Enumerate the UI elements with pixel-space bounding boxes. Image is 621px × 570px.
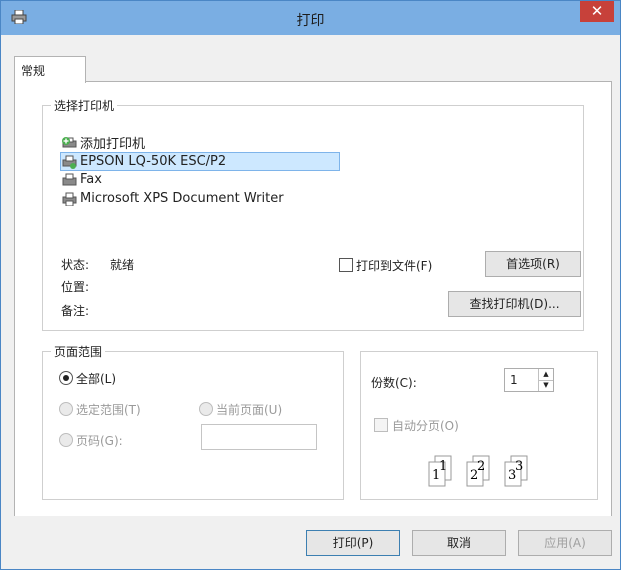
printer-item-fax[interactable]: Fax <box>61 171 102 188</box>
print-button[interactable]: 打印(P) <box>306 530 400 556</box>
select-printer-group: 选择打印机 添加打印机 EPSON LQ-50K ESC/P2 Fax Micr… <box>42 97 584 331</box>
collate-label[interactable]: 自动分页(O) <box>392 417 459 434</box>
printer-item-xps[interactable]: Microsoft XPS Document Writer <box>61 190 284 207</box>
pages-label[interactable]: 页码(G): <box>76 432 123 449</box>
copies-label: 份数(C): <box>371 376 417 390</box>
cancel-button[interactable]: 取消 <box>412 530 506 556</box>
status-label: 状态: <box>61 258 90 272</box>
printer-item-label: Microsoft XPS Document Writer <box>80 191 284 206</box>
add-printer-icon <box>62 136 77 147</box>
printer-icon <box>62 155 77 169</box>
print-to-file-checkbox[interactable] <box>339 258 353 272</box>
current-page-radio[interactable] <box>199 402 213 416</box>
print-to-file-label[interactable]: 打印到文件(F) <box>356 257 432 274</box>
collate-checkbox[interactable] <box>374 418 388 432</box>
printer-item-add[interactable]: 添加打印机 <box>61 134 146 152</box>
collate-icon: 1 1 2 2 3 3 <box>428 455 528 487</box>
selection-label[interactable]: 选定范围(T) <box>76 401 141 418</box>
pages-radio[interactable] <box>59 433 73 447</box>
preferences-button[interactable]: 首选项(R) <box>485 251 581 277</box>
location-label: 位置: <box>61 280 90 294</box>
comment-label: 备注: <box>61 304 90 318</box>
collate-page-number: 3 <box>508 468 516 483</box>
window-title: 打印 <box>296 13 325 29</box>
printer-item-label: 添加打印机 <box>80 137 146 152</box>
select-printer-legend: 选择打印机 <box>51 97 118 114</box>
page-range-group: 页面范围 全部(L) 选定范围(T) 当前页面(U) 页码(G): <box>42 343 344 500</box>
current-page-label[interactable]: 当前页面(U) <box>216 401 282 418</box>
fax-icon <box>62 173 77 185</box>
all-pages-label[interactable]: 全部(L) <box>76 370 116 387</box>
collate-page-number: 1 <box>432 468 440 483</box>
title-bar[interactable]: 打印 ✕ <box>1 1 620 35</box>
apply-button[interactable]: 应用(A) <box>518 530 612 556</box>
spin-down-icon[interactable]: ▼ <box>539 380 553 391</box>
print-dialog: 打印 ✕ 常规 选择打印机 添加打印机 EPSON LQ-50K ESC/P2 … <box>0 0 621 570</box>
printer-item-label: EPSON LQ-50K ESC/P2 <box>80 154 227 169</box>
copies-value: 1 <box>510 373 518 387</box>
find-printer-button[interactable]: 查找打印机(D)... <box>448 291 581 317</box>
close-icon: ✕ <box>590 2 604 20</box>
dialog-button-bar: 打印(P) 取消 应用(A) <box>1 516 620 569</box>
printer-icon <box>62 192 77 206</box>
pages-input[interactable] <box>201 424 317 450</box>
tab-general[interactable]: 常规 <box>14 56 86 83</box>
printer-item-epson[interactable]: EPSON LQ-50K ESC/P2 <box>60 152 340 171</box>
all-pages-radio[interactable] <box>59 371 73 385</box>
copies-group: 份数(C): 1 ▲ ▼ 自动分页(O) 1 1 2 2 3 3 <box>360 351 598 500</box>
collate-page-number: 2 <box>470 468 478 483</box>
page-range-legend: 页面范围 <box>51 343 106 360</box>
copies-spinner[interactable]: 1 ▲ ▼ <box>504 368 554 392</box>
status-value: 就绪 <box>110 258 135 272</box>
tab-general-label: 常规 <box>21 64 46 78</box>
printer-item-label: Fax <box>80 172 102 187</box>
selection-radio[interactable] <box>59 402 73 416</box>
general-tab-panel: 选择打印机 添加打印机 EPSON LQ-50K ESC/P2 Fax Micr… <box>14 81 612 517</box>
close-button[interactable]: ✕ <box>580 1 614 22</box>
